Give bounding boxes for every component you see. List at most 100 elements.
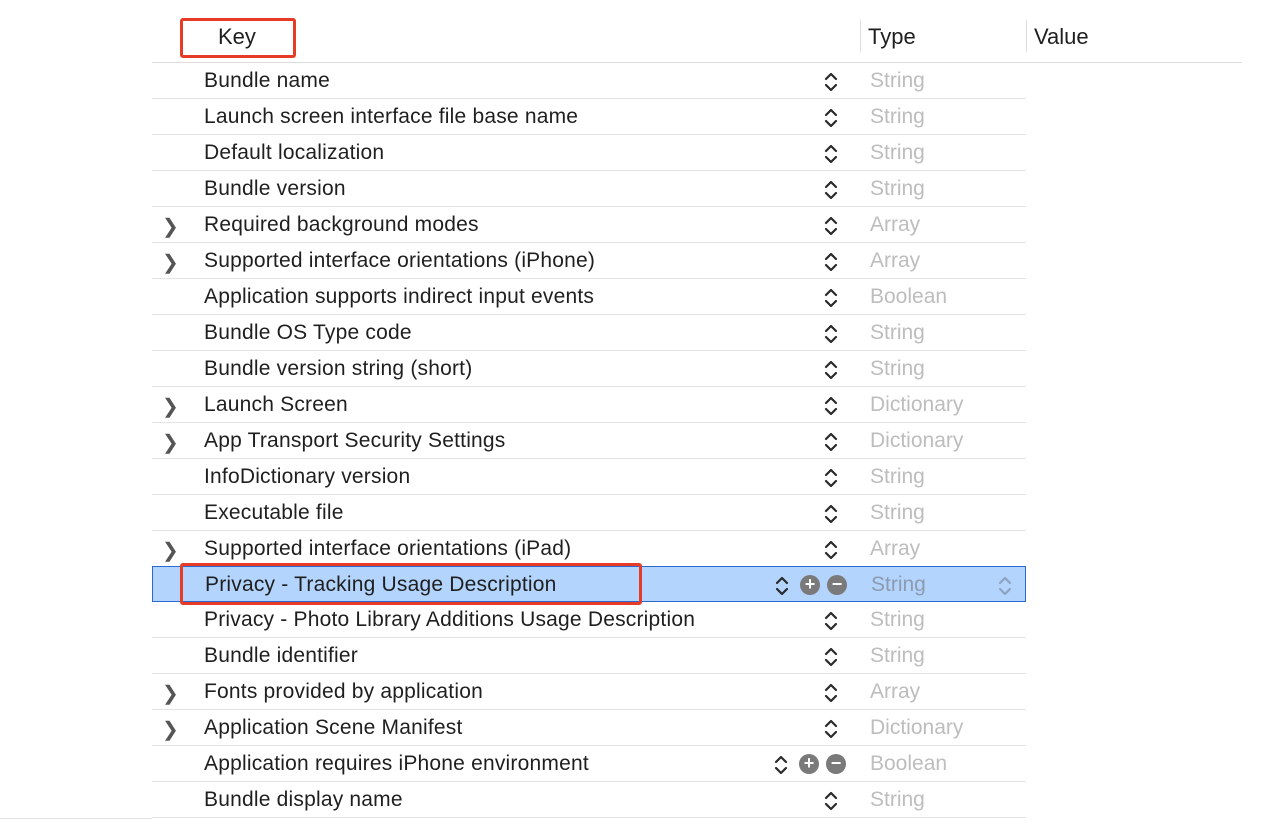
table-row[interactable]: Default localization String <box>152 135 1026 171</box>
table-row[interactable]: Executable file String <box>152 495 1026 531</box>
row-type[interactable]: String <box>870 788 925 812</box>
row-key[interactable]: Bundle version <box>204 177 346 201</box>
key-stepper-icon[interactable] <box>824 718 838 740</box>
row-type[interactable]: Dictionary <box>870 716 963 740</box>
plus-circle-icon[interactable]: + <box>799 754 819 774</box>
row-type[interactable]: Dictionary <box>870 429 963 453</box>
key-stepper-icon[interactable] <box>824 71 838 93</box>
row-key[interactable]: Launch Screen <box>204 393 348 417</box>
key-stepper-icon[interactable] <box>824 107 838 129</box>
table-row[interactable]: Application requires iPhone environment +… <box>152 746 1026 782</box>
table-row[interactable]: ❯ Supported interface orientations (iPad)… <box>152 531 1026 567</box>
chevron-right-icon[interactable]: ❯ <box>162 538 179 563</box>
row-type[interactable]: String <box>870 357 925 381</box>
key-stepper-icon[interactable] <box>824 251 838 273</box>
table-row[interactable]: Launch screen interface file base name St… <box>152 99 1026 135</box>
row-key[interactable]: Launch screen interface file base name <box>204 105 578 129</box>
row-type[interactable]: String <box>870 608 925 632</box>
table-row[interactable]: Bundle version string (short) String <box>152 351 1026 387</box>
key-stepper-icon[interactable] <box>824 287 838 309</box>
minus-circle-icon[interactable]: − <box>826 754 846 774</box>
key-stepper-icon[interactable] <box>824 143 838 165</box>
key-highlight-box <box>180 18 296 58</box>
privacy-highlight-box <box>180 563 642 605</box>
table-row[interactable]: ❯ Fonts provided by application Array <box>152 674 1026 710</box>
row-type[interactable]: String <box>870 644 925 668</box>
row-key[interactable]: InfoDictionary version <box>204 465 410 489</box>
chevron-right-icon[interactable]: ❯ <box>162 430 179 455</box>
row-key[interactable]: App Transport Security Settings <box>204 429 506 453</box>
table-row[interactable]: ❯ Launch Screen Dictionary <box>152 387 1026 423</box>
key-stepper-icon[interactable] <box>824 682 838 704</box>
row-key[interactable]: Application requires iPhone environment <box>204 752 589 776</box>
table-row[interactable]: ❯ Required background modes Array <box>152 207 1026 243</box>
row-type[interactable]: Array <box>870 680 920 704</box>
table-row[interactable]: Bundle identifier String <box>152 638 1026 674</box>
row-type[interactable]: Array <box>870 249 920 273</box>
key-stepper-icon[interactable] <box>824 323 838 345</box>
table-row[interactable]: ❯ Supported interface orientations (iPhon… <box>152 243 1026 279</box>
row-type[interactable]: String <box>870 501 925 525</box>
row-type[interactable]: String <box>870 141 925 165</box>
row-type[interactable]: Boolean <box>870 752 947 776</box>
key-stepper-icon[interactable] <box>824 539 838 561</box>
chevron-right-icon[interactable]: ❯ <box>162 250 179 275</box>
chevron-right-icon[interactable]: ❯ <box>162 681 179 706</box>
table-row[interactable]: ❯ Application Scene Manifest Dictionary <box>152 710 1026 746</box>
key-stepper-icon[interactable] <box>824 467 838 489</box>
column-divider[interactable] <box>1026 20 1027 52</box>
row-key[interactable]: Bundle name <box>204 69 330 93</box>
key-stepper-icon[interactable] <box>824 790 838 812</box>
row-type[interactable]: Array <box>870 537 920 561</box>
key-stepper-icon[interactable] <box>824 179 838 201</box>
row-key[interactable]: Default localization <box>204 141 384 165</box>
table-row[interactable]: Bundle name String <box>152 63 1026 99</box>
table-row[interactable]: Privacy - Photo Library Additions Usage … <box>152 602 1026 638</box>
row-type[interactable]: String <box>870 177 925 201</box>
row-key[interactable]: Executable file <box>204 501 344 525</box>
table-row[interactable]: Bundle display name String <box>152 782 1026 818</box>
key-stepper-icon[interactable] <box>824 431 838 453</box>
row-key[interactable]: Application supports indirect input even… <box>204 285 594 309</box>
column-header-value[interactable]: Value <box>1034 24 1089 50</box>
table-row[interactable]: Bundle version String <box>152 171 1026 207</box>
key-stepper-icon[interactable] <box>774 754 788 776</box>
plus-circle-icon[interactable]: + <box>800 575 820 595</box>
row-type[interactable]: String <box>870 69 925 93</box>
column-header-type[interactable]: Type <box>868 24 916 50</box>
table-row[interactable]: ❯ App Transport Security Settings Dictiona… <box>152 423 1026 459</box>
key-stepper-icon[interactable] <box>824 395 838 417</box>
row-key[interactable]: Bundle identifier <box>204 644 358 668</box>
key-stepper-icon[interactable] <box>775 575 789 597</box>
key-stepper-icon[interactable] <box>824 610 838 632</box>
row-type[interactable]: String <box>870 105 925 129</box>
row-key[interactable]: Privacy - Photo Library Additions Usage … <box>204 608 695 632</box>
row-type[interactable]: String <box>870 465 925 489</box>
row-type[interactable]: String <box>871 573 926 597</box>
row-type[interactable]: Dictionary <box>870 393 963 417</box>
row-key[interactable]: Required background modes <box>204 213 479 237</box>
row-type[interactable]: Boolean <box>870 285 947 309</box>
row-key[interactable]: Fonts provided by application <box>204 680 483 704</box>
minus-circle-icon[interactable]: − <box>827 575 847 595</box>
row-key[interactable]: Supported interface orientations (iPhone… <box>204 249 595 273</box>
column-divider[interactable] <box>860 20 861 52</box>
type-stepper-icon[interactable] <box>998 575 1012 597</box>
row-key[interactable]: Bundle display name <box>204 788 403 812</box>
table-row[interactable]: Bundle OS Type code String <box>152 315 1026 351</box>
row-key[interactable]: Bundle version string (short) <box>204 357 472 381</box>
chevron-right-icon[interactable]: ❯ <box>162 214 179 239</box>
key-stepper-icon[interactable] <box>824 359 838 381</box>
key-stepper-icon[interactable] <box>824 503 838 525</box>
row-key[interactable]: Supported interface orientations (iPad) <box>204 537 571 561</box>
table-row[interactable]: InfoDictionary version String <box>152 459 1026 495</box>
chevron-right-icon[interactable]: ❯ <box>162 394 179 419</box>
row-key[interactable]: Bundle OS Type code <box>204 321 412 345</box>
row-key[interactable]: Application Scene Manifest <box>204 716 463 740</box>
key-stepper-icon[interactable] <box>824 646 838 668</box>
table-row[interactable]: Application supports indirect input even… <box>152 279 1026 315</box>
chevron-right-icon[interactable]: ❯ <box>162 717 179 742</box>
row-type[interactable]: String <box>870 321 925 345</box>
key-stepper-icon[interactable] <box>824 215 838 237</box>
row-type[interactable]: Array <box>870 213 920 237</box>
